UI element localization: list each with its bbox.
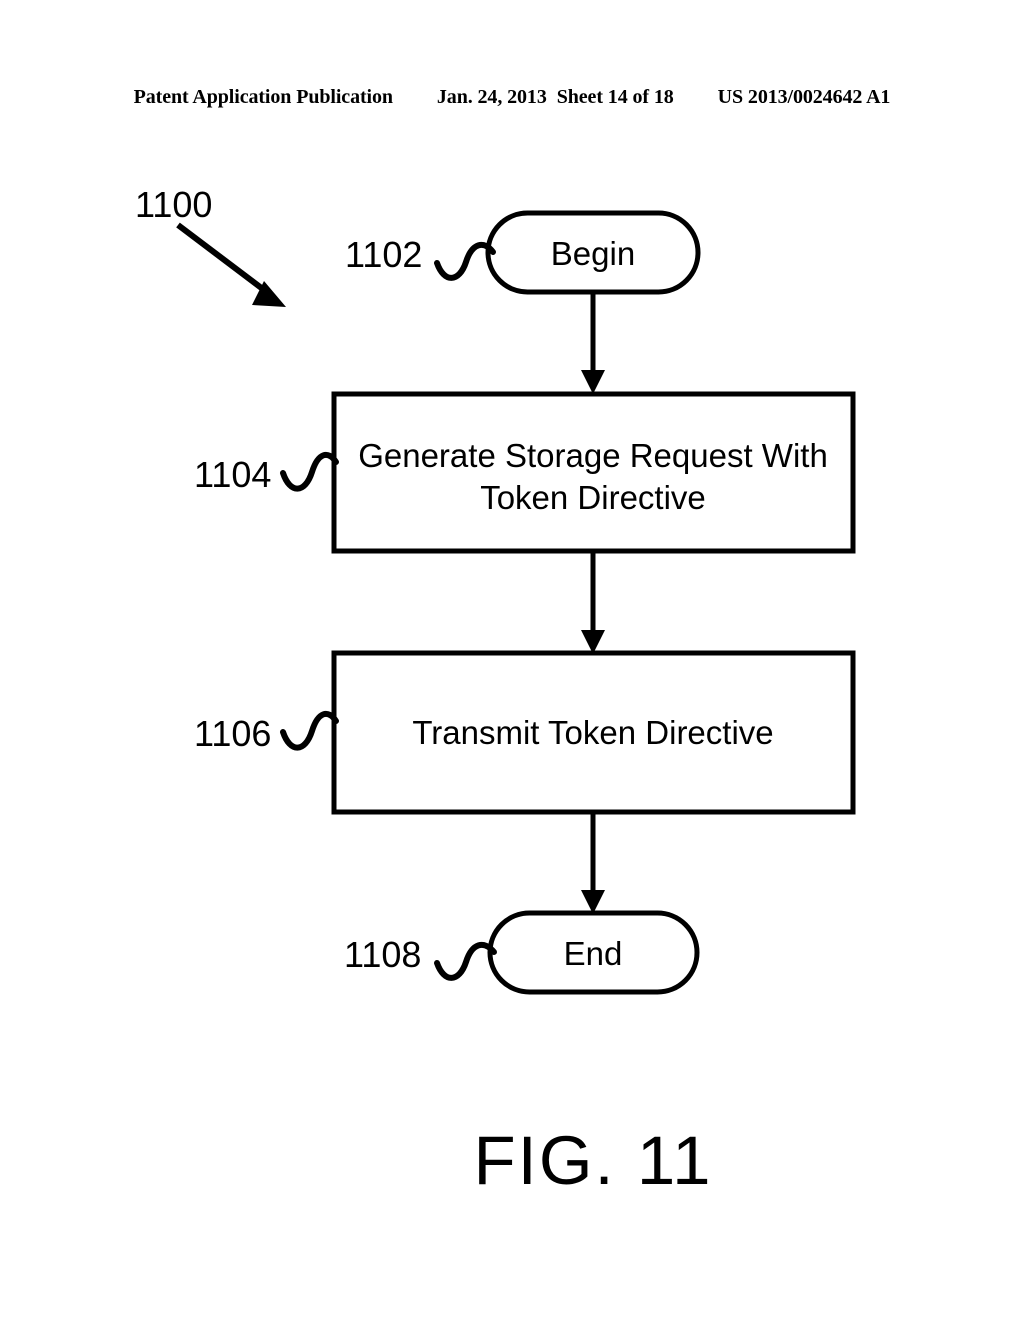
leader-squiggle-1104 [280, 451, 339, 492]
leader-squiggle-1108 [434, 941, 497, 981]
ref-numeral-1108: 1108 [344, 934, 497, 981]
connector-transmit-to-end [581, 812, 605, 914]
transmit-token-directive-label: Transmit Token Directive [412, 714, 773, 751]
connector-generate-to-transmit [581, 551, 605, 654]
ref-numeral-1102: 1102 [345, 234, 496, 281]
diagram-pointer-line [176, 222, 274, 299]
generate-storage-request-label-line-2: Token Directive [480, 479, 706, 516]
ref-numeral-1106: 1106 [194, 710, 339, 754]
flow-node-transmit-token-directive[interactable]: Transmit Token Directive [331, 650, 856, 815]
figure-caption: FIG. 11 [474, 1122, 713, 1199]
leader-squiggle-1102 [434, 241, 496, 281]
flow-node-end[interactable]: End [487, 910, 700, 995]
ref-numeral-1104-label: 1104 [194, 454, 271, 495]
ref-numeral-1102-label: 1102 [345, 234, 422, 275]
connector-arrowhead-transmit-to-end [581, 890, 605, 914]
diagram-reference-numeral: 1100 [135, 184, 286, 307]
connector-begin-to-generate [581, 292, 605, 394]
leader-squiggle-1106 [280, 710, 339, 751]
flow-node-generate-storage-request[interactable]: Generate Storage Request With Token Dire… [331, 391, 856, 554]
ref-numeral-1106-label: 1106 [194, 713, 271, 754]
ref-numeral-1108-label: 1108 [344, 934, 421, 975]
connector-arrowhead-generate-to-transmit [581, 630, 605, 654]
end-node-label: End [564, 935, 623, 972]
begin-node-label: Begin [551, 235, 635, 272]
flow-node-begin[interactable]: Begin [485, 210, 701, 295]
connector-arrowhead-begin-to-generate [581, 370, 605, 394]
patent-figure-flowchart: 1100 Begin 1102 Generate Storage Request… [135, 184, 856, 1199]
ref-numeral-1100-label: 1100 [135, 184, 212, 225]
ref-numeral-1104: 1104 [194, 451, 339, 495]
generate-storage-request-label-line-1: Generate Storage Request With [358, 437, 828, 474]
